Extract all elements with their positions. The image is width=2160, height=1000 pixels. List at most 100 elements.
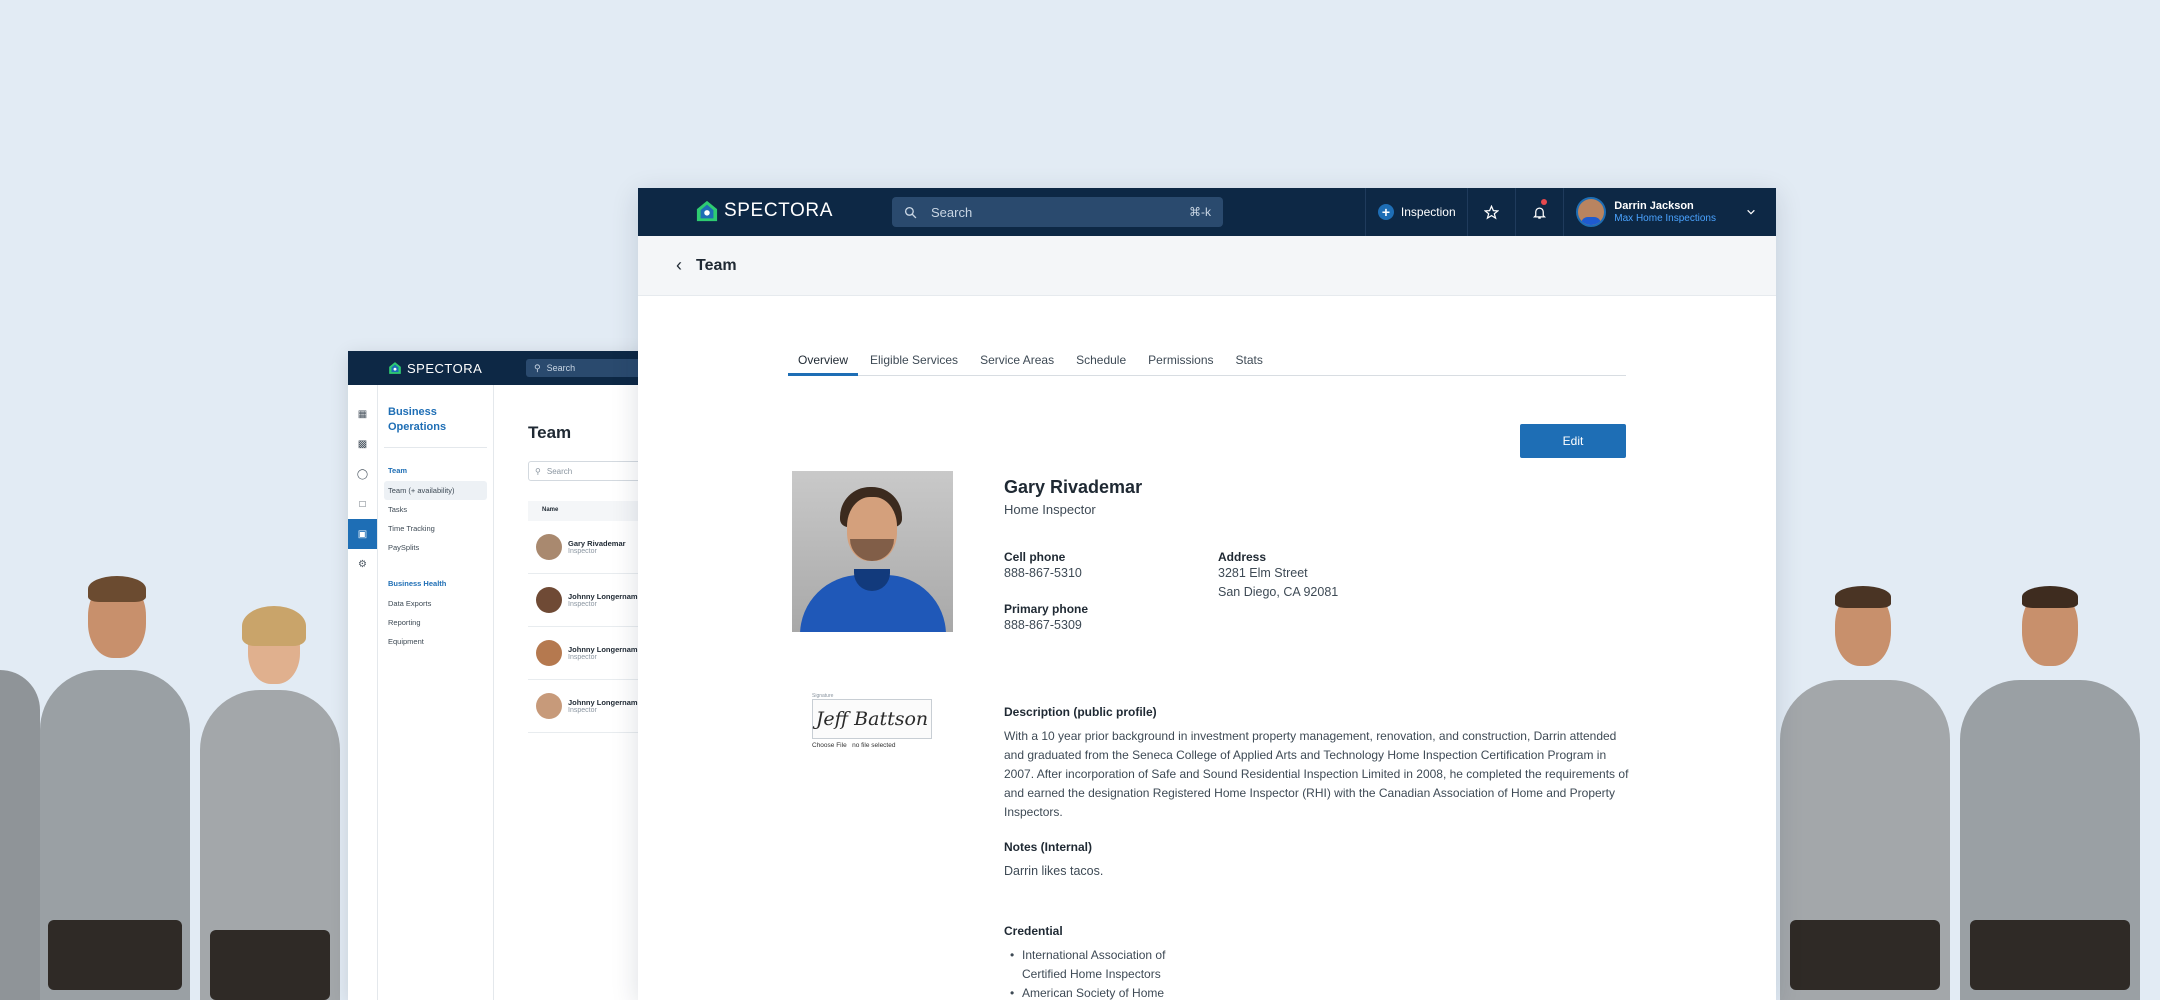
cell-phone-value: 888-867-5310 [1004, 566, 1082, 580]
section-title: Business Operations [384, 397, 487, 448]
nav-item-data-exports[interactable]: Data Exports [384, 594, 487, 613]
table-row[interactable]: Johnny Longername Inspector [528, 627, 648, 680]
nav-item-paysplits[interactable]: PaySplits [384, 538, 487, 557]
house-logo-icon [696, 200, 718, 222]
table-row[interactable]: Johnny Longername Inspector [528, 574, 648, 627]
shield-icon[interactable]: ◯ [348, 459, 377, 489]
global-search-input[interactable]: Search ⌘-k [892, 197, 1223, 227]
description-block: Description (public profile) With a 10 y… [1004, 705, 1630, 822]
description-text: With a 10 year prior background in inves… [1004, 729, 1629, 819]
cell-phone-label: Cell phone [1004, 550, 1066, 564]
primary-phone-block: Primary phone 888-867-5309 [1004, 602, 1088, 635]
signature-upload: Signature Jeff Battson Choose File no fi… [812, 693, 936, 753]
address-line2: San Diego, CA 92081 [1218, 585, 1339, 599]
list-item: International Association of Certified H… [1004, 946, 1204, 984]
nav-heading-team[interactable]: Team [384, 460, 487, 481]
team-search-input[interactable]: ⚲ Search [528, 461, 648, 481]
back-logo: SPECTORA [388, 361, 482, 376]
background-photo-left [0, 576, 360, 1000]
back-arrow-icon[interactable]: ‹ [676, 255, 682, 276]
search-shortcut: ⌘-k [1189, 205, 1211, 219]
column-header-name[interactable]: Name [528, 501, 648, 521]
top-nav: SPECTORA Search ⌘-k + Inspection Darrin … [638, 188, 1776, 236]
calendar-icon[interactable]: ▩ [348, 429, 377, 459]
back-sidebar: Business Operations Team Team (+ availab… [378, 385, 494, 1000]
row-role: Inspector [568, 601, 597, 608]
cell-phone-block: Cell phone 888-867-5310 [1004, 550, 1082, 583]
notifications-button[interactable] [1515, 188, 1563, 236]
house-logo-icon [389, 362, 401, 374]
avatar [536, 534, 562, 560]
inspection-label: Inspection [1400, 205, 1456, 219]
row-role: Inspector [568, 654, 597, 661]
profile-name: Gary Rivademar [1004, 477, 1143, 497]
table-row[interactable]: Johnny Longername Inspector [528, 680, 648, 733]
profile-role: Home Inspector [1004, 502, 1096, 517]
row-role: Inspector [568, 548, 597, 555]
user-avatar [1576, 197, 1607, 227]
back-topbar: SPECTORA ⚲ Search [348, 351, 648, 385]
tab-schedule[interactable]: Schedule [1066, 353, 1136, 375]
signature-text: Jeff Battson [815, 708, 929, 730]
nav-item-team-availability[interactable]: Team (+ availability) [384, 481, 487, 500]
bell-icon [1533, 207, 1547, 219]
avatar [536, 640, 562, 666]
tab-eligible-services[interactable]: Eligible Services [860, 353, 968, 375]
credential-block: Credential International Association of … [1004, 924, 1204, 1000]
user-menu[interactable]: Darrin Jackson Max Home Inspections [1563, 188, 1776, 236]
search-icon: ⚲ [534, 362, 541, 373]
nav-item-time-tracking[interactable]: Time Tracking [384, 519, 487, 538]
back-main: Team ⚲ Search Name Gary Rivademar Inspect… [528, 385, 648, 1000]
new-inspection-button[interactable]: + Inspection [1365, 188, 1467, 236]
settings-icon[interactable]: ⚙ [348, 549, 377, 579]
back-search-placeholder: Search [546, 363, 576, 373]
avatar [536, 587, 562, 613]
list-item: American Society of Home [1004, 984, 1204, 1000]
signature-image: Jeff Battson [812, 699, 932, 739]
team-search-placeholder: Search [546, 466, 573, 476]
background-app-window: SPECTORA ⚲ Search ▦ ▩ ◯ □ ▣ ⚙ Business O… [348, 351, 648, 1000]
tab-permissions[interactable]: Permissions [1138, 353, 1223, 375]
back-search-input[interactable]: ⚲ Search [526, 359, 648, 377]
app-window: SPECTORA Search ⌘-k + Inspection Darrin … [638, 188, 1776, 1000]
choose-file-button[interactable]: Choose File [812, 742, 847, 749]
chevron-down-icon [1747, 209, 1755, 215]
row-name: Gary Rivademar [568, 539, 626, 548]
user-name: Darrin Jackson [1614, 199, 1694, 212]
address-label: Address [1218, 550, 1267, 564]
profile-photo [792, 471, 953, 632]
favorites-button[interactable] [1467, 188, 1515, 236]
grid-icon[interactable]: ▦ [348, 399, 377, 429]
icon-rail: ▦ ▩ ◯ □ ▣ ⚙ [348, 385, 378, 1000]
tab-overview[interactable]: Overview [788, 353, 859, 376]
nav-item-equipment[interactable]: Equipment [384, 632, 487, 651]
address-block: Address 3281 Elm Street San Diego, CA 92… [1218, 550, 1338, 602]
profile-tabs: Overview Eligible Services Service Areas… [788, 353, 1626, 376]
nav-heading-business-health[interactable]: Business Health [384, 573, 487, 594]
search-icon [904, 206, 917, 218]
background-photo-right [1770, 586, 2160, 1000]
chat-icon[interactable]: □ [348, 489, 377, 519]
search-icon: ⚲ [535, 466, 541, 476]
profile-content: Overview Eligible Services Service Areas… [788, 296, 1628, 1000]
star-icon [1484, 204, 1500, 220]
tab-stats[interactable]: Stats [1226, 353, 1273, 375]
edit-button[interactable]: Edit [1520, 424, 1626, 458]
nav-item-tasks[interactable]: Tasks [384, 500, 487, 519]
page-title: Team [696, 256, 737, 274]
row-name: Johnny Longername [568, 645, 642, 654]
tab-service-areas[interactable]: Service Areas [970, 353, 1064, 375]
table-row[interactable]: Gary Rivademar Inspector [528, 521, 648, 574]
nav-item-reporting[interactable]: Reporting [384, 613, 487, 632]
avatar [536, 693, 562, 719]
briefcase-icon[interactable]: ▣ [348, 519, 377, 549]
logo[interactable]: SPECTORA [696, 200, 833, 222]
credential-label: Credential [1004, 924, 1063, 938]
search-placeholder: Search [931, 204, 973, 220]
user-company: Max Home Inspections [1614, 212, 1716, 224]
row-name: Johnny Longername [568, 698, 642, 707]
brand-name: SPECTORA [724, 200, 833, 221]
back-brand: SPECTORA [407, 360, 483, 376]
notes-block: Notes (Internal) Darrin likes tacos. [1004, 840, 1103, 881]
address-line1: 3281 Elm Street [1218, 566, 1308, 580]
